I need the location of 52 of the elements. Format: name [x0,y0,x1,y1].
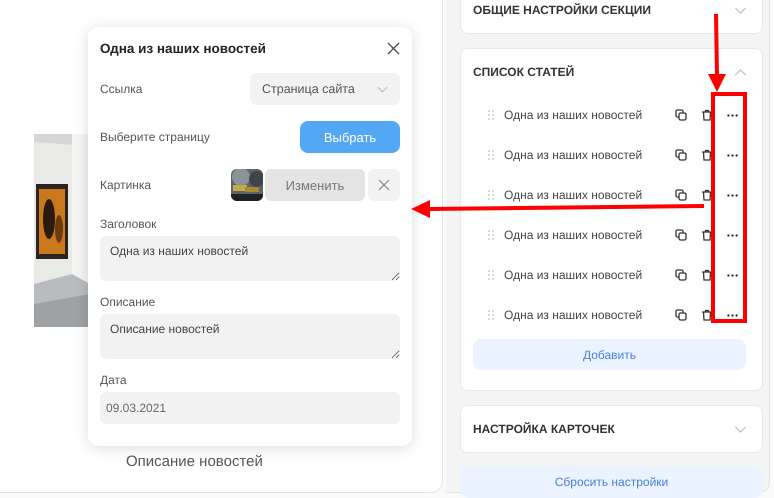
field-label: Описание [100,295,156,309]
field-label: Выберите страницу [100,130,210,144]
drag-handle-icon[interactable] [488,150,494,160]
section-title[interactable]: СПИСОК СТАТЕЙ [473,65,574,79]
field-label: Ссылка [100,82,142,96]
change-button[interactable]: Изменить [265,169,365,201]
card-description: Описание новостей [126,453,263,470]
field-label: Заголовок [100,217,158,231]
drag-handle-icon[interactable] [488,310,494,320]
drag-handle-icon[interactable] [488,190,494,200]
copy-icon[interactable] [675,309,687,321]
copy-icon[interactable] [675,269,687,281]
copy-icon[interactable] [675,229,687,241]
remove-image-button[interactable] [368,169,400,201]
field-label: Картинка [100,178,152,192]
close-icon[interactable] [387,42,400,54]
more-icon[interactable] [727,274,738,276]
article-title[interactable]: Одна из наших новостей [504,188,664,202]
article-title[interactable]: Одна из наших новостей [504,148,664,162]
copy-icon[interactable] [675,189,687,201]
more-icon[interactable] [727,314,738,316]
field-label: Дата [100,373,128,387]
section-title[interactable]: ОБЩИЕ НАСТРОЙКИ СЕКЦИИ [473,3,651,17]
more-icon[interactable] [727,234,738,236]
chevron-down-icon [377,86,388,92]
article-title[interactable]: Одна из наших новостей [504,108,664,122]
trash-icon[interactable] [701,149,713,161]
link-select[interactable]: Страница сайта [250,73,400,105]
add-button[interactable]: Добавить [473,339,746,370]
description-field[interactable]: Описание новостей [100,314,400,359]
trash-icon[interactable] [701,189,713,201]
trash-icon[interactable] [701,229,713,241]
trash-icon[interactable] [701,109,713,121]
more-icon[interactable] [727,194,738,196]
copy-icon[interactable] [675,149,687,161]
more-icon[interactable] [727,154,738,156]
trash-icon[interactable] [701,269,713,281]
close-icon [378,179,390,191]
drag-handle-icon[interactable] [488,270,494,280]
article-title[interactable]: Одна из наших новостей [504,308,664,322]
heading-field[interactable]: Одна из наших новостей [100,236,400,281]
article-title[interactable]: Одна из наших новостей [504,268,664,282]
copy-icon[interactable] [675,109,687,121]
drag-handle-icon[interactable] [488,230,494,240]
dialog-title: Одна из наших новостей [100,40,266,56]
trash-icon[interactable] [701,309,713,321]
date-field[interactable]: 09.03.2021 [100,392,400,424]
more-icon[interactable] [727,114,738,116]
article-title[interactable]: Одна из наших новостей [504,228,664,242]
section-title[interactable]: НАСТРОЙКА КАРТОЧЕК [473,422,615,436]
drag-handle-icon[interactable] [488,110,494,120]
reset-button[interactable]: Сбросить настройки [460,466,763,498]
